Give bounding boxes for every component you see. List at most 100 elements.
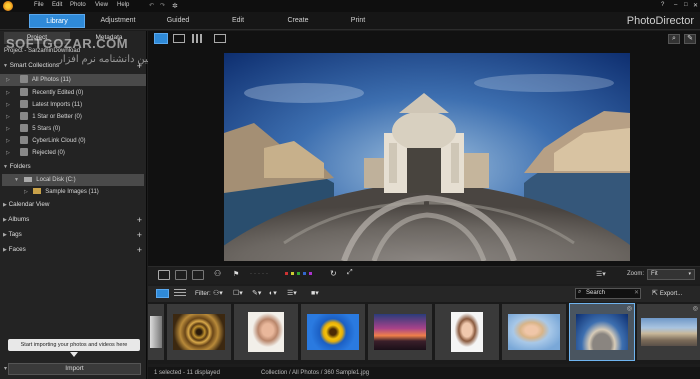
360-badge-icon: ◎ [626, 306, 632, 312]
import-menu-chevron-icon[interactable]: ▾ [4, 365, 7, 372]
thumbnail-image [248, 312, 284, 352]
add-album-icon[interactable]: + [137, 213, 142, 227]
zoom-select[interactable]: Fit ▾ [647, 269, 695, 280]
flag-icon[interactable]: ⚑ [233, 270, 239, 278]
filter-sort-icon[interactable]: ☰▾ [287, 289, 297, 297]
side-by-side-button[interactable] [175, 270, 187, 280]
filter-select-icon[interactable]: ☐▾ [233, 289, 243, 297]
filter-stack-icon[interactable]: ■▾ [311, 289, 319, 297]
albums-header[interactable]: ▶ Albums + [0, 213, 146, 227]
add-tag-icon[interactable]: + [137, 228, 142, 242]
view-single-icon[interactable] [154, 33, 168, 44]
thumbnail-smiling-woman[interactable] [502, 304, 566, 360]
settings-gear-icon[interactable]: ✲ [172, 2, 178, 10]
thumbnail-laughing-woman[interactable] [435, 304, 499, 360]
tooltip-arrow-icon [70, 352, 78, 357]
sidebar-item-5-stars[interactable]: ▷ 5 Stars (0) [0, 123, 146, 135]
tags-header[interactable]: ▶ Tags + [0, 228, 146, 242]
tab-edit[interactable]: Edit [212, 14, 264, 28]
export-icon: ⇱ [652, 290, 658, 297]
expand-triangle-icon: ▷ [6, 90, 10, 96]
view-grid-icon[interactable] [192, 34, 204, 43]
close-button[interactable]: ✕ [693, 2, 698, 9]
expand-icon[interactable]: ⤢ [347, 269, 353, 277]
undo-icon[interactable]: ↶ [149, 2, 154, 9]
tab-create[interactable]: Create [272, 14, 324, 28]
thumbnail-360-panorama[interactable]: ◎ [569, 303, 635, 361]
zoom-search-icon[interactable]: ⌕ [668, 34, 680, 44]
rotate-icon[interactable]: ↻ [330, 269, 337, 278]
search-input[interactable]: Search [575, 288, 641, 299]
main-photo-360-panorama[interactable] [224, 53, 630, 261]
sidebar-item-1-star[interactable]: ▷ 1 Star or Better (0) [0, 111, 146, 123]
thumbnail-sunflower[interactable] [301, 304, 365, 360]
collapse-triangle-icon[interactable]: ▼ [14, 177, 19, 183]
thumbnail-image [150, 316, 162, 348]
thumbnail-partial-left[interactable] [148, 304, 164, 360]
filter-brush-icon[interactable]: ✎▾ [252, 289, 261, 297]
redo-icon[interactable]: ↷ [160, 2, 165, 9]
sidebar-item-latest-imports[interactable]: ▷ Latest Imports (11) [0, 99, 146, 111]
sidebar-item-sample-images[interactable]: ▷ Sample Images (11) [0, 186, 146, 198]
sidebar-item-recently-edited[interactable]: ▷ Recently Edited (0) [0, 87, 146, 99]
thumbnail-image [307, 314, 359, 350]
list-view-icon[interactable] [174, 289, 186, 298]
view-fullscreen-icon[interactable] [214, 34, 226, 43]
folders-header[interactable]: ▼ Folders [0, 160, 146, 174]
menu-file[interactable]: File [34, 2, 44, 8]
tab-print[interactable]: Print [332, 14, 384, 28]
smart-collection-icon [19, 148, 28, 157]
color-label-green[interactable] [297, 272, 300, 275]
smart-collections-header[interactable]: ▼ Smart Collections + [0, 59, 146, 73]
menu-view[interactable]: View [95, 2, 108, 8]
single-view-button[interactable] [158, 270, 170, 280]
tab-library[interactable]: Library [29, 14, 85, 28]
tab-adjustment[interactable]: Adjustment [92, 14, 144, 28]
folder-icon [32, 188, 41, 195]
thumbnail-sunset[interactable] [368, 304, 432, 360]
help-button[interactable]: ? [661, 2, 664, 8]
module-tabs: Library Adjustment Guided Edit Create Pr… [0, 12, 700, 30]
thumbnail-spiral-staircase[interactable] [167, 304, 231, 360]
filter-people-icon[interactable]: ⚇▾ [213, 289, 223, 297]
menu-help[interactable]: Help [117, 2, 129, 8]
export-button[interactable]: ⇱ Export... [652, 288, 697, 299]
disk-icon [23, 176, 32, 182]
thumbnail-view-icon[interactable] [156, 289, 169, 298]
thumbnail-woman-portrait[interactable] [234, 304, 298, 360]
color-label-red[interactable] [285, 272, 288, 275]
tab-guided[interactable]: Guided [152, 14, 204, 28]
star-rating-dots[interactable]: ····· [250, 271, 270, 277]
minimize-button[interactable]: – [674, 2, 677, 8]
clear-search-icon[interactable]: ✕ [634, 289, 639, 296]
people-tag-icon[interactable]: ⚇ [214, 269, 221, 278]
add-face-icon[interactable]: + [137, 243, 142, 257]
sidebar-item-rejected[interactable]: ▷ Rejected (0) [0, 147, 146, 159]
menu-photo[interactable]: Photo [70, 2, 86, 8]
collapse-triangle-icon[interactable]: ▼ [3, 63, 8, 69]
view-compare-icon[interactable] [173, 34, 185, 43]
color-label-yellow[interactable] [291, 272, 294, 275]
sidebar-item-cyberlink-cloud[interactable]: ▷ CyberLink Cloud (0) [0, 135, 146, 147]
sort-menu-icon[interactable]: ☰▾ [596, 270, 606, 278]
color-label-purple[interactable] [309, 272, 312, 275]
add-smart-collection-icon[interactable]: + [137, 59, 142, 73]
calendar-view-header[interactable]: ▶ Calendar View [0, 198, 146, 212]
thumbnail-venice-panorama[interactable]: ◎ [637, 304, 700, 360]
collapse-triangle-icon[interactable]: ▼ [3, 164, 8, 170]
tools-icon[interactable]: ✎ [684, 34, 696, 44]
app-brand-title: PhotoDirector [626, 15, 694, 27]
menu-edit[interactable]: Edit [52, 2, 62, 8]
sidebar-item-all-photos[interactable]: ▷ All Photos (11) [0, 74, 146, 86]
faces-header[interactable]: ▶ Faces + [0, 243, 146, 257]
multi-view-button[interactable] [192, 270, 204, 280]
import-button[interactable]: Import [8, 363, 141, 375]
filter-color-icon[interactable]: ◐▾ [269, 289, 277, 297]
sidebar-item-local-disk[interactable]: ▼ Local Disk (C:) [2, 174, 144, 186]
smart-collection-icon [19, 112, 28, 121]
color-label-blue[interactable] [303, 272, 306, 275]
expand-triangle-icon: ▷ [6, 126, 10, 132]
maximize-button[interactable]: □ [684, 2, 688, 8]
smart-collection-icon [19, 136, 28, 145]
app-logo-icon[interactable] [3, 1, 13, 11]
